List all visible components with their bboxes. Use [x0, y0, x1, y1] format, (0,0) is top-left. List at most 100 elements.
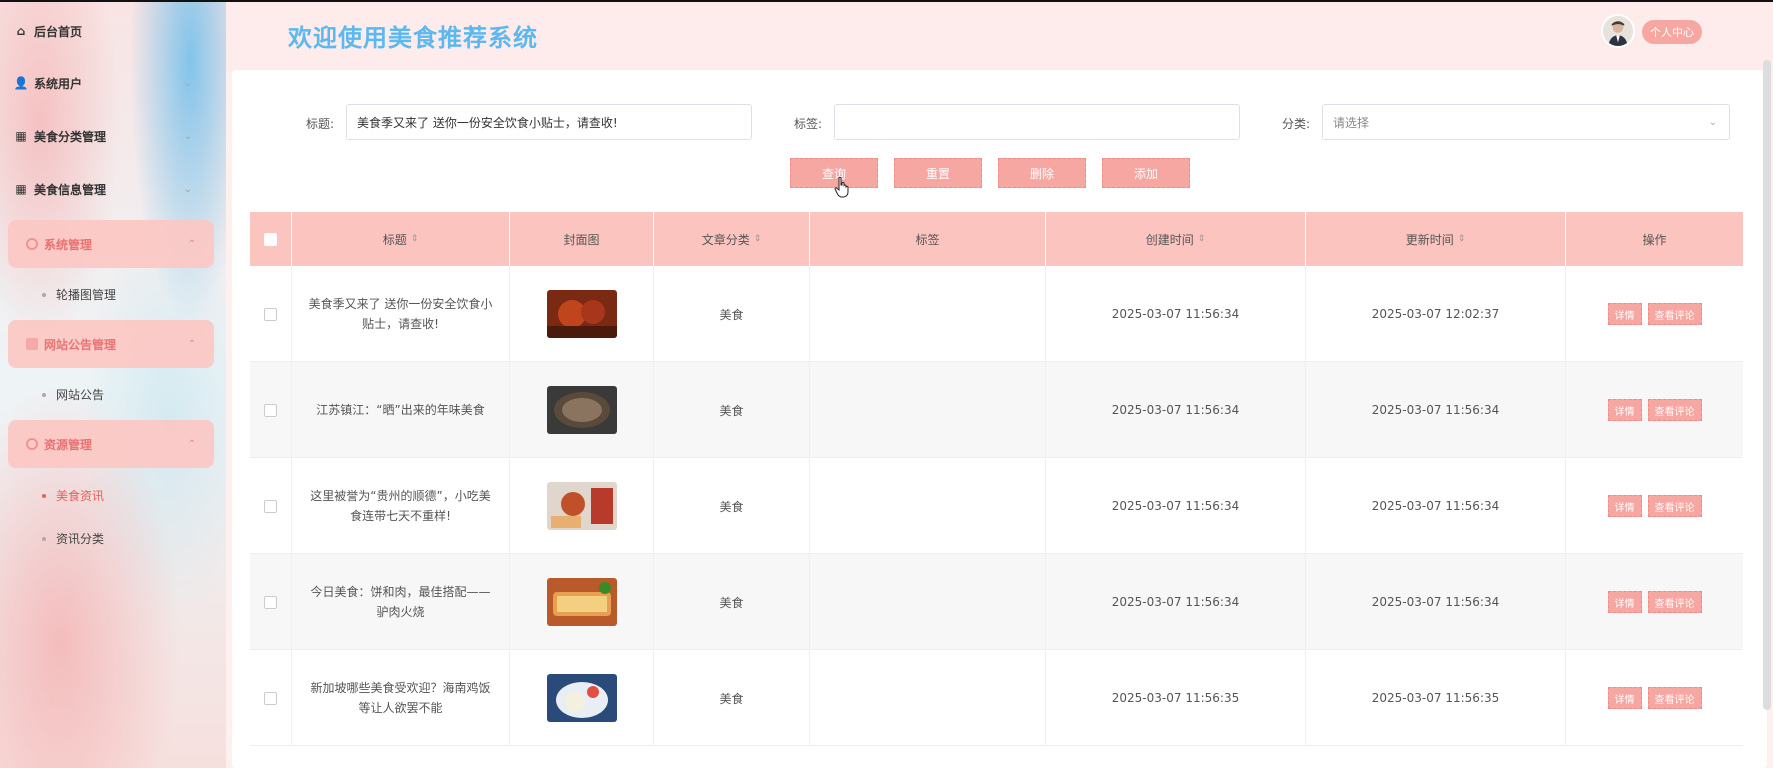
- add-button[interactable]: 添加: [1102, 158, 1190, 188]
- row-select-cell: [250, 266, 292, 362]
- sidebar-item-home[interactable]: ⌂ 后台首页: [14, 16, 210, 46]
- row-tags: [810, 266, 1046, 362]
- sidebar-item-label: 资讯分类: [56, 532, 105, 546]
- sort-icon[interactable]: ⇕: [411, 234, 419, 244]
- sidebar-item-label: 美食资讯: [56, 489, 105, 503]
- sidebar-group-label: 系统管理: [44, 237, 93, 252]
- table-row: 美食季又来了 送你一份安全饮食小贴士，请查收! 美食 2025-03-07 11:5…: [250, 266, 1743, 362]
- column-header-updated[interactable]: 更新时间 ⇕: [1306, 212, 1566, 266]
- row-actions: 详情 查看评论: [1566, 458, 1743, 554]
- row-category: 美食: [654, 554, 810, 650]
- row-select-cell: [250, 650, 292, 746]
- sidebar-item-food-info[interactable]: ▦ 美食信息管理 ⌄: [14, 174, 210, 204]
- row-cover-cell: [510, 458, 654, 554]
- sidebar-group-system[interactable]: 系统管理 ⌃: [8, 220, 214, 268]
- tag-label: 标签:: [794, 117, 823, 131]
- grid-icon: ▦: [15, 182, 27, 196]
- row-updated-time: 2025-03-07 11:56:35: [1306, 650, 1566, 746]
- user-center-button[interactable]: 个人中心: [1642, 20, 1702, 44]
- sidebar-group-announcement[interactable]: 网站公告管理 ⌃: [8, 320, 214, 368]
- sidebar-item-food-news[interactable]: 美食资讯: [42, 487, 104, 504]
- column-header-label: 更新时间: [1405, 232, 1454, 247]
- column-header-title[interactable]: 标题 ⇕: [292, 212, 510, 266]
- sidebar-item-label: 美食信息管理: [34, 182, 107, 197]
- detail-button[interactable]: 详情: [1607, 591, 1642, 613]
- row-actions: 详情 查看评论: [1566, 554, 1743, 650]
- view-comments-button[interactable]: 查看评论: [1647, 687, 1702, 709]
- sort-icon[interactable]: ⇕: [1458, 234, 1466, 244]
- column-header-label: 创建时间: [1145, 232, 1194, 247]
- table-row: 江苏镇江：“晒”出来的年味美食 美食 2025-03-07 11:56:34 2025…: [250, 362, 1743, 458]
- chevron-down-icon: ⌄: [183, 77, 192, 89]
- row-created-time: 2025-03-07 11:56:34: [1046, 458, 1306, 554]
- sidebar-group-label: 资源管理: [44, 437, 93, 452]
- column-header-tags: 标签: [810, 212, 1046, 266]
- tag-search-input[interactable]: [834, 104, 1240, 140]
- view-comments-button[interactable]: 查看评论: [1647, 591, 1702, 613]
- row-checkbox[interactable]: [264, 499, 277, 513]
- select-all-cell: [250, 212, 292, 266]
- row-select-cell: [250, 362, 292, 458]
- chevron-up-icon: ⌃: [187, 338, 196, 350]
- sidebar-item-announcement[interactable]: 网站公告: [42, 386, 104, 403]
- detail-button[interactable]: 详情: [1607, 495, 1642, 517]
- sidebar-item-carousel[interactable]: 轮播图管理: [42, 286, 116, 303]
- category-label: 分类:: [1282, 117, 1311, 131]
- detail-button[interactable]: 详情: [1607, 687, 1642, 709]
- sort-icon[interactable]: ⇕: [1198, 234, 1206, 244]
- row-updated-time: 2025-03-07 11:56:34: [1306, 458, 1566, 554]
- hand-cursor-icon: [834, 176, 849, 198]
- row-updated-time: 2025-03-07 11:56:34: [1306, 362, 1566, 458]
- row-title: 今日美食：饼和肉，最佳搭配——驴肉火烧: [292, 554, 510, 650]
- scrollbar[interactable]: [1763, 60, 1771, 710]
- cover-image[interactable]: [546, 386, 617, 434]
- view-comments-button[interactable]: 查看评论: [1647, 495, 1702, 517]
- row-checkbox[interactable]: [264, 595, 277, 609]
- cover-image[interactable]: [546, 578, 617, 626]
- reset-button[interactable]: 重置: [894, 158, 982, 188]
- column-header-label: 标题: [382, 232, 407, 247]
- chevron-down-icon: ⌄: [1708, 116, 1717, 128]
- row-checkbox[interactable]: [264, 403, 277, 417]
- table-row: 新加坡哪些美食受欢迎？海南鸡饭等让人欲罢不能 美食 2025-03-07 11:56…: [250, 650, 1743, 746]
- row-category: 美食: [654, 362, 810, 458]
- home-icon: ⌂: [16, 24, 26, 38]
- sidebar-group-resources[interactable]: 资源管理 ⌃: [8, 420, 214, 468]
- cover-image[interactable]: [546, 290, 617, 338]
- sidebar-item-news-category[interactable]: 资讯分类: [42, 530, 104, 547]
- row-checkbox[interactable]: [264, 691, 277, 705]
- column-header-created[interactable]: 创建时间 ⇕: [1046, 212, 1306, 266]
- delete-button[interactable]: 删除: [998, 158, 1086, 188]
- detail-button[interactable]: 详情: [1607, 303, 1642, 325]
- page-title: 欢迎使用美食推荐系统: [288, 24, 538, 52]
- sidebar-item-label: 网站公告: [56, 388, 105, 402]
- view-comments-button[interactable]: 查看评论: [1647, 399, 1702, 421]
- column-header-category[interactable]: 文章分类 ⇕: [654, 212, 810, 266]
- chevron-up-icon: ⌃: [187, 238, 196, 250]
- row-category: 美食: [654, 458, 810, 554]
- sidebar-item-food-category[interactable]: ▦ 美食分类管理 ⌄: [14, 121, 210, 151]
- view-comments-button[interactable]: 查看评论: [1647, 303, 1702, 325]
- row-cover-cell: [510, 554, 654, 650]
- select-all-checkbox[interactable]: [264, 232, 277, 246]
- row-select-cell: [250, 554, 292, 650]
- category-select[interactable]: 请选择 ⌄: [1322, 104, 1730, 140]
- row-category: 美食: [654, 266, 810, 362]
- cover-image[interactable]: [546, 674, 617, 722]
- row-category: 美食: [654, 650, 810, 746]
- row-cover-cell: [510, 650, 654, 746]
- sort-icon[interactable]: ⇕: [754, 234, 762, 244]
- chevron-down-icon: ⌄: [183, 130, 192, 142]
- title-search-input[interactable]: 美食季又来了 送你一份安全饮食小贴士，请查收!: [346, 104, 752, 140]
- row-checkbox[interactable]: [264, 307, 277, 321]
- row-title: 美食季又来了 送你一份安全饮食小贴士，请查收!: [292, 266, 510, 362]
- cover-image[interactable]: [546, 482, 617, 530]
- avatar[interactable]: [1601, 14, 1635, 48]
- row-title: 这里被誉为“贵州的顺德”，小吃美食连带七天不重样!: [292, 458, 510, 554]
- sidebar-item-label: 美食分类管理: [34, 129, 107, 144]
- sidebar-item-system-users[interactable]: 👤 系统用户 ⌄: [14, 68, 210, 98]
- row-actions: 详情 查看评论: [1566, 266, 1743, 362]
- sidebar-group-label: 网站公告管理: [44, 337, 117, 352]
- grid-icon: ▦: [15, 129, 27, 143]
- detail-button[interactable]: 详情: [1607, 399, 1642, 421]
